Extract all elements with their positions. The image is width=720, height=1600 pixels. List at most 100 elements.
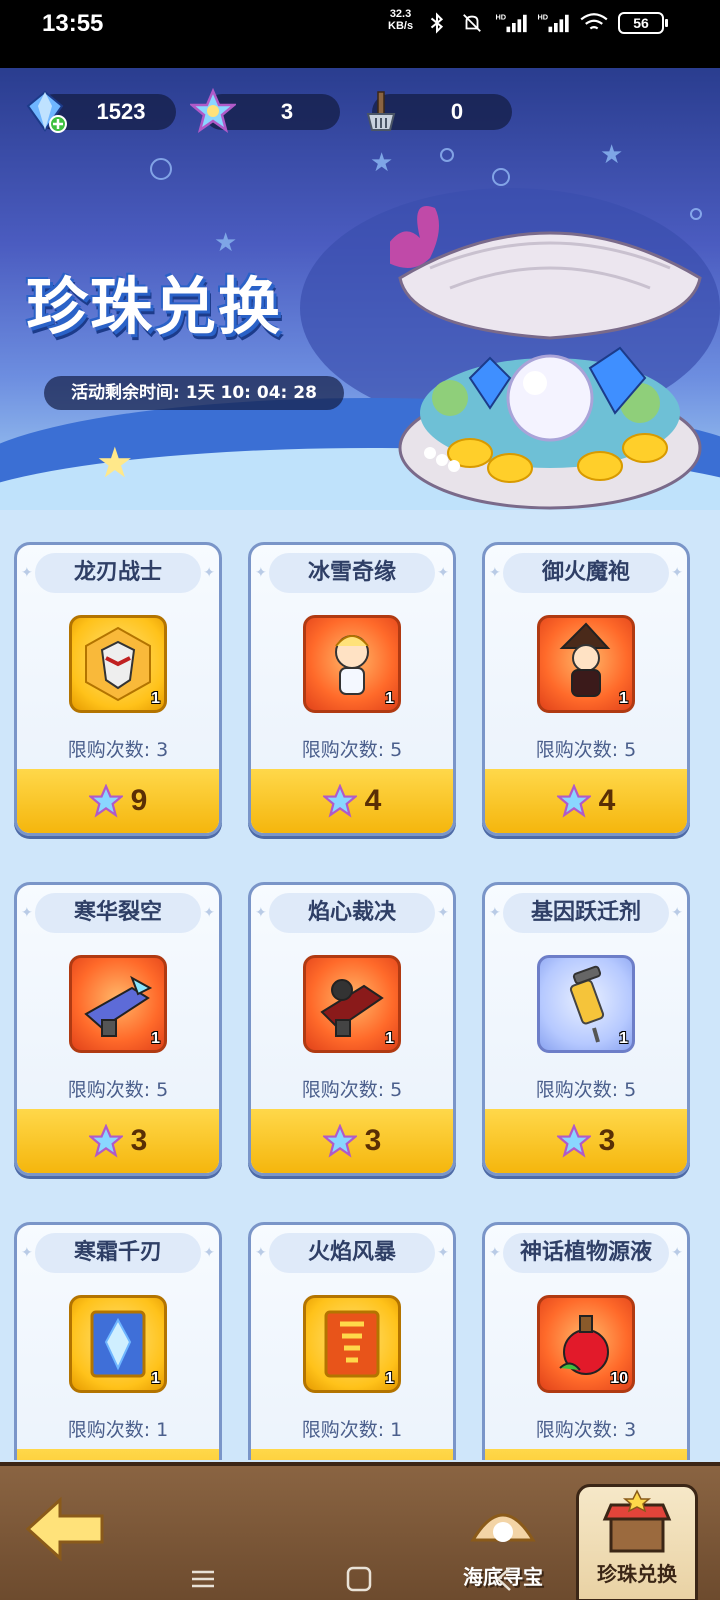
shop-item-card[interactable]: 寒霜千刃 1 限购次数: 1	[14, 1222, 222, 1460]
pearl-star-icon	[322, 1124, 357, 1158]
status-bar: 13:55 32.3 KB/s HD HD 56	[0, 0, 720, 68]
item-icon-flame-cannon: 1	[303, 955, 401, 1053]
tab-pearl-exchange[interactable]: 珍珠兑换	[576, 1484, 698, 1600]
shovel-counter: 0	[366, 91, 512, 131]
pearl-star-icon	[190, 88, 236, 133]
event-banner: ★ ★ ★ ★ 1523 3 0 珍珠兑换 活动剩余时间: 1天 10: 04:…	[0, 68, 720, 510]
purchase-limit: 限购次数: 5	[535, 739, 637, 761]
item-name: 基因跃迁剂	[489, 893, 683, 933]
item-icon-mythic-plant-essence: 10	[537, 1295, 635, 1393]
price-button[interactable]: 3	[17, 1109, 219, 1173]
system-back-icon[interactable]	[490, 1564, 520, 1594]
bubble-decoration	[440, 148, 454, 162]
purchase-limit: 限购次数: 5	[301, 739, 403, 761]
price-button[interactable]: 3	[485, 1109, 687, 1173]
purchase-limit: 限购次数: 1	[301, 1419, 403, 1441]
price-button[interactable]: 4	[485, 769, 687, 833]
net-speed-unit: KB/s	[388, 20, 414, 32]
wifi-icon	[580, 13, 608, 30]
item-icon-fire-storm: 1	[303, 1295, 401, 1393]
purchase-limit: 限购次数: 3	[67, 739, 169, 761]
pearl-star-icon	[88, 1124, 123, 1158]
item-quantity: 1	[385, 1370, 394, 1387]
shell-icon	[470, 1513, 536, 1542]
purchase-limit: 限购次数: 1	[67, 1419, 169, 1441]
pearl-star-icon	[556, 1124, 591, 1158]
bubble-decoration	[492, 168, 510, 186]
star-counter: 3	[190, 88, 340, 133]
back-arrow-icon[interactable]	[24, 1494, 106, 1564]
purchase-limit: 限购次数: 5	[67, 1079, 169, 1101]
shop-item-card[interactable]: 寒华裂空 1 限购次数: 5 3	[14, 882, 222, 1176]
item-icon-dragon-blade-warrior: 1	[69, 615, 167, 713]
item-name: 寒华裂空	[21, 893, 215, 933]
item-quantity: 1	[151, 1030, 160, 1047]
item-quantity: 1	[151, 1370, 160, 1387]
shop-item-card[interactable]: 基因跃迁剂 1 限购次数: 5 3	[482, 882, 690, 1176]
shop-item-card[interactable]: 冰雪奇缘 1 限购次数: 5 4	[248, 542, 456, 836]
exchange-shop-grid: 龙刃战士 1 限购次数: 3 9 冰雪奇缘 1 限购次数	[0, 530, 720, 1460]
system-menu-icon[interactable]	[188, 1564, 218, 1594]
bubble-decoration	[150, 158, 172, 180]
svg-text:HD: HD	[496, 12, 507, 21]
shop-item-card[interactable]: 龙刃战士 1 限购次数: 3 9	[14, 542, 222, 836]
item-name: 寒霜千刃	[21, 1233, 215, 1273]
item-icon-ice-romance: 1	[303, 615, 401, 713]
shovel-icon	[366, 91, 396, 131]
shop-item-card[interactable]: 火焰风暴 1 限购次数: 1	[248, 1222, 456, 1460]
item-quantity: 1	[385, 1030, 394, 1047]
price-button[interactable]: 4	[251, 769, 453, 833]
item-name: 冰雪奇缘	[255, 553, 449, 593]
purchase-limit: 限购次数: 3	[535, 1419, 637, 1441]
price-button[interactable]: 3	[251, 1109, 453, 1173]
shop-item-card[interactable]: 焰心裁决 1 限购次数: 5 3	[248, 882, 456, 1176]
signal-1-icon: HD	[496, 12, 527, 33]
net-speed: 32.3 KB/s	[388, 8, 413, 32]
item-name: 焰心裁决	[255, 893, 449, 933]
battery-indicator: 56	[618, 12, 668, 34]
price-value: 3	[130, 1124, 148, 1157]
price-button[interactable]	[485, 1449, 687, 1460]
pearl-star-icon	[556, 784, 591, 818]
item-quantity: 10	[610, 1370, 628, 1387]
item-icon-frost-blaster: 1	[69, 955, 167, 1053]
price-button[interactable]	[251, 1449, 453, 1460]
price-value: 9	[130, 784, 148, 817]
price-value: 4	[598, 784, 616, 817]
event-countdown: 活动剩余时间: 1天 10: 04: 28	[44, 376, 344, 410]
shop-item-card[interactable]: 神话植物源液 10 限购次数: 3	[482, 1222, 690, 1460]
item-icon-gene-serum: 1	[537, 955, 635, 1053]
star-decoration: ★	[370, 148, 394, 178]
net-speed-value: 32.3	[389, 8, 412, 20]
signal-2-icon: HD	[538, 12, 569, 33]
item-quantity: 1	[619, 1030, 628, 1047]
bluetooth-icon	[430, 12, 444, 34]
price-button[interactable]	[17, 1449, 219, 1460]
item-quantity: 1	[151, 690, 160, 707]
diamond-counter[interactable]: 1523	[26, 90, 176, 133]
item-icon-fire-robe: 1	[537, 615, 635, 713]
shop-stall-icon	[602, 1489, 672, 1553]
diamond-plus-icon	[26, 90, 67, 133]
pearl-shell-illustration	[390, 206, 702, 510]
bottom-navigation: 海底寻宝 珍珠兑换	[0, 1462, 720, 1600]
pearl-star-icon	[88, 784, 123, 818]
item-name: 神话植物源液	[489, 1233, 683, 1273]
pearl-star-icon	[322, 784, 357, 818]
item-name: 御火魔袍	[489, 553, 683, 593]
price-value: 4	[364, 784, 382, 817]
tab-label: 珍珠兑换	[597, 1562, 677, 1586]
status-time: 13:55	[42, 10, 104, 37]
price-button[interactable]: 9	[17, 769, 219, 833]
star-decoration: ★	[96, 438, 134, 487]
shop-item-card[interactable]: 御火魔袍 1 限购次数: 5 4	[482, 542, 690, 836]
item-name: 龙刃战士	[21, 553, 215, 593]
price-value: 3	[364, 1124, 382, 1157]
purchase-limit: 限购次数: 5	[301, 1079, 403, 1101]
event-title: 珍珠兑换	[26, 270, 283, 343]
svg-text:HD: HD	[538, 12, 549, 21]
mute-icon	[463, 14, 481, 32]
item-name: 火焰风暴	[255, 1233, 449, 1273]
star-decoration: ★	[600, 140, 624, 170]
system-home-icon[interactable]	[344, 1564, 374, 1594]
